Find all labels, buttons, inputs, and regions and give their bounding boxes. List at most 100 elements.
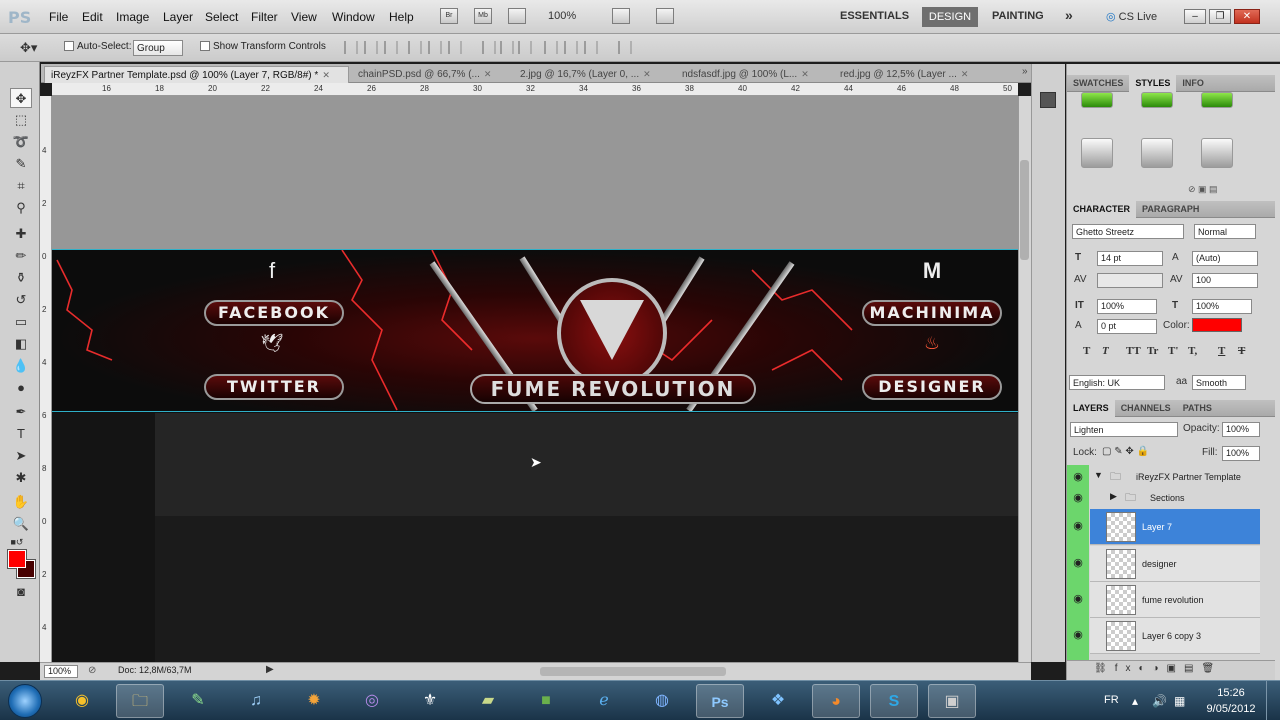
font-family-select[interactable]: Ghetto Streetz [1072,224,1184,239]
distribute-top-icon[interactable] [482,41,496,54]
workspace-painting[interactable]: PAINTING [992,10,1044,22]
close-tab-icon[interactable]: ✕ [643,69,651,79]
auto-select-option[interactable]: Auto-Select: [64,41,131,52]
close-button[interactable]: ✕ [1234,9,1260,24]
tab-styles[interactable]: STYLES [1129,75,1177,92]
eye-icon[interactable]: ◉ [1070,470,1086,486]
menu-image[interactable]: Image [116,10,149,24]
style-swatch[interactable] [1081,92,1113,108]
transform-controls-checkbox[interactable] [200,41,210,52]
menu-file[interactable]: File [49,10,68,24]
tab-layers[interactable]: LAYERS [1067,400,1115,417]
baseline-shift-field[interactable]: 0 pt [1097,319,1157,334]
volume-icon[interactable]: 🔊 [1152,694,1167,708]
hand-tool-icon[interactable]: ✋ [10,492,32,512]
dodge-tool-icon[interactable]: ● [10,378,32,398]
lasso-tool-icon[interactable]: ➰ [10,132,32,152]
menu-view[interactable]: View [291,10,317,24]
start-button[interactable] [8,684,42,718]
vertical-scale-field[interactable]: 100% [1097,299,1157,314]
menu-layer[interactable]: Layer [163,10,193,24]
history-brush-tool-icon[interactable]: ↺ [10,290,32,310]
default-colors-icon[interactable]: ■↺ [6,532,28,552]
opacity-field[interactable]: 100% [1222,422,1260,437]
eye-icon[interactable]: ◉ [1070,628,1086,644]
style-swatch[interactable] [1141,92,1173,108]
faux-italic-button[interactable]: T [1102,345,1109,357]
pen-tool-icon[interactable]: ✒ [10,402,32,422]
document-canvas[interactable]: f FACEBOOK 🕊 TWITTER M MACHINIMA ♨ DESIG… [52,96,1018,662]
layer-group-name[interactable]: Sections [1150,493,1185,503]
workspace-design[interactable]: DESIGN [922,7,978,27]
crop-tool-icon[interactable]: ⌗ [10,176,32,196]
menu-select[interactable]: Select [205,10,238,24]
faux-bold-button[interactable]: T [1083,345,1090,357]
horizontal-scroll-thumb[interactable] [540,667,726,676]
group-collapse-icon[interactable]: ▶ [1110,491,1117,502]
kerning-field[interactable] [1097,273,1163,288]
media-player-icon[interactable]: ◎ [348,684,396,718]
document-tab[interactable]: 2.jpg @ 16,7% (Layer 0, ... ✕ [514,66,676,83]
dropbox-icon[interactable]: ❖ [754,684,802,718]
layer-group-name[interactable]: iReyzFX Partner Template [1136,472,1241,482]
distribute-hcenter-icon[interactable] [564,41,578,54]
eyedropper-tool-icon[interactable]: ⚲ [10,198,32,218]
align-left-icon[interactable] [408,41,422,54]
minimize-button[interactable]: – [1184,9,1206,24]
menu-help[interactable]: Help [389,10,414,24]
auto-align-layers-icon[interactable] [618,41,632,54]
underline-button[interactable]: T [1218,345,1225,357]
style-swatch[interactable] [1201,138,1233,168]
tab-overflow-icon[interactable]: » [1022,66,1028,77]
explorer-icon[interactable]: 🗀 [116,684,164,718]
zoom-tool-icon[interactable]: 🔍 [10,514,32,534]
show-desktop-button[interactable] [1266,681,1280,720]
foreground-color-chip[interactable] [8,550,26,568]
close-tab-icon[interactable]: ✕ [961,69,969,79]
auto-select-group-select[interactable]: Group [133,40,183,56]
menu-window[interactable]: Window [332,10,375,24]
transform-controls-option[interactable]: Show Transform Controls [200,41,326,52]
small-caps-button[interactable]: Tr [1147,345,1158,357]
close-tab-icon[interactable]: ✕ [801,69,809,79]
layer-name[interactable]: Layer 6 copy 3 [1142,631,1201,641]
move-tool-icon[interactable]: ✥ [10,88,32,108]
itunes-icon[interactable]: ♫ [232,684,280,718]
distribute-left-icon[interactable] [544,41,558,54]
firefox-icon[interactable]: ◕ [812,684,860,718]
eraser-tool-icon[interactable]: ▭ [10,312,32,332]
marquee-tool-icon[interactable]: ⬚ [10,110,32,130]
internet-explorer-icon[interactable]: ℯ [580,684,628,718]
distribute-right-icon[interactable] [584,41,598,54]
strikethrough-button[interactable]: T [1238,345,1245,357]
document-tab[interactable]: ndsfasdf.jpg @ 100% (L... ✕ [676,66,834,83]
align-horizontal-center-icon[interactable] [428,41,442,54]
quick-mask-icon[interactable]: ◙ [10,582,32,602]
status-menu-arrow-icon[interactable]: ▶ [266,664,274,675]
document-tab[interactable]: red.jpg @ 12,5% (Layer ... ✕ [834,66,994,83]
auto-select-checkbox[interactable] [64,41,74,52]
vertical-scroll-thumb[interactable] [1020,160,1029,260]
align-bottom-icon[interactable] [384,41,398,54]
skyrim-icon[interactable]: ⚜ [406,684,454,718]
type-tool-icon[interactable]: T [10,424,32,444]
group-expand-icon[interactable]: ▼ [1094,470,1103,480]
layer-name[interactable]: designer [1142,559,1177,569]
recorder-icon[interactable]: ▣ [928,684,976,718]
blend-mode-select[interactable]: Lighten [1070,422,1178,437]
tab-info[interactable]: INFO [1176,75,1210,92]
view-extras-icon[interactable] [508,8,526,24]
skype-icon[interactable]: S [870,684,918,718]
menu-edit[interactable]: Edit [82,10,103,24]
layer-name[interactable]: Layer 7 [1142,522,1172,532]
tab-channels[interactable]: CHANNELS [1115,400,1177,417]
network-icon[interactable]: ▦ [1174,694,1185,708]
align-top-icon[interactable] [344,41,358,54]
arrange-documents-icon[interactable] [612,8,630,24]
notepad-icon[interactable]: ✎ [174,684,222,718]
fill-field[interactable]: 100% [1222,446,1260,461]
tab-character[interactable]: CHARACTER [1067,201,1136,218]
cinema4d-icon[interactable]: ◍ [638,684,686,718]
clock-time[interactable]: 15:26 [1203,687,1259,699]
clock-date[interactable]: 9/05/2012 [1203,703,1259,715]
